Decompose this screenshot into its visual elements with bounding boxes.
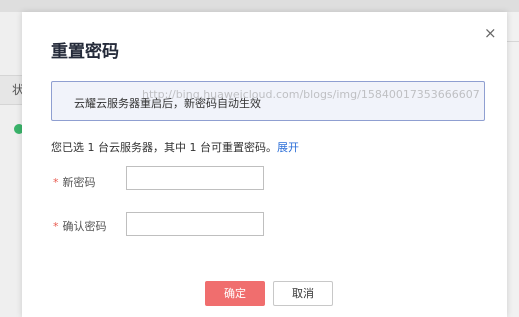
new-password-label-text: 新密码	[62, 176, 96, 189]
required-mark: *	[53, 220, 59, 233]
expand-link[interactable]: 展开	[277, 141, 299, 154]
reset-password-dialog: 重置密码 × 云耀云服务器重启后，新密码自动生效 您已选 1 台云服务器，其中 …	[22, 12, 507, 317]
selection-summary: 您已选 1 台云服务器，其中 1 台可重置密码。展开	[51, 139, 299, 155]
confirm-password-label-text: 确认密码	[62, 220, 107, 233]
new-password-label: * 新密码	[53, 174, 96, 190]
dialog-title: 重置密码	[51, 42, 119, 62]
background-header	[0, 0, 519, 12]
summary-text: 您已选 1 台云服务器，其中 1 台可重置密码。	[51, 141, 277, 154]
background-divider	[507, 41, 519, 42]
new-password-input[interactable]	[126, 166, 264, 190]
info-notice: 云耀云服务器重启后，新密码自动生效	[51, 81, 485, 121]
close-icon[interactable]: ×	[484, 26, 497, 41]
confirm-button[interactable]: 确定	[205, 281, 265, 306]
required-mark: *	[53, 176, 59, 189]
background-table	[0, 12, 22, 317]
watermark: http://bing.huaweicloud.com/blogs/img/15…	[142, 88, 480, 101]
cancel-button[interactable]: 取消	[273, 281, 333, 306]
background-right-panel	[507, 12, 519, 317]
confirm-password-input[interactable]	[126, 212, 264, 236]
confirm-password-label: * 确认密码	[53, 218, 107, 234]
